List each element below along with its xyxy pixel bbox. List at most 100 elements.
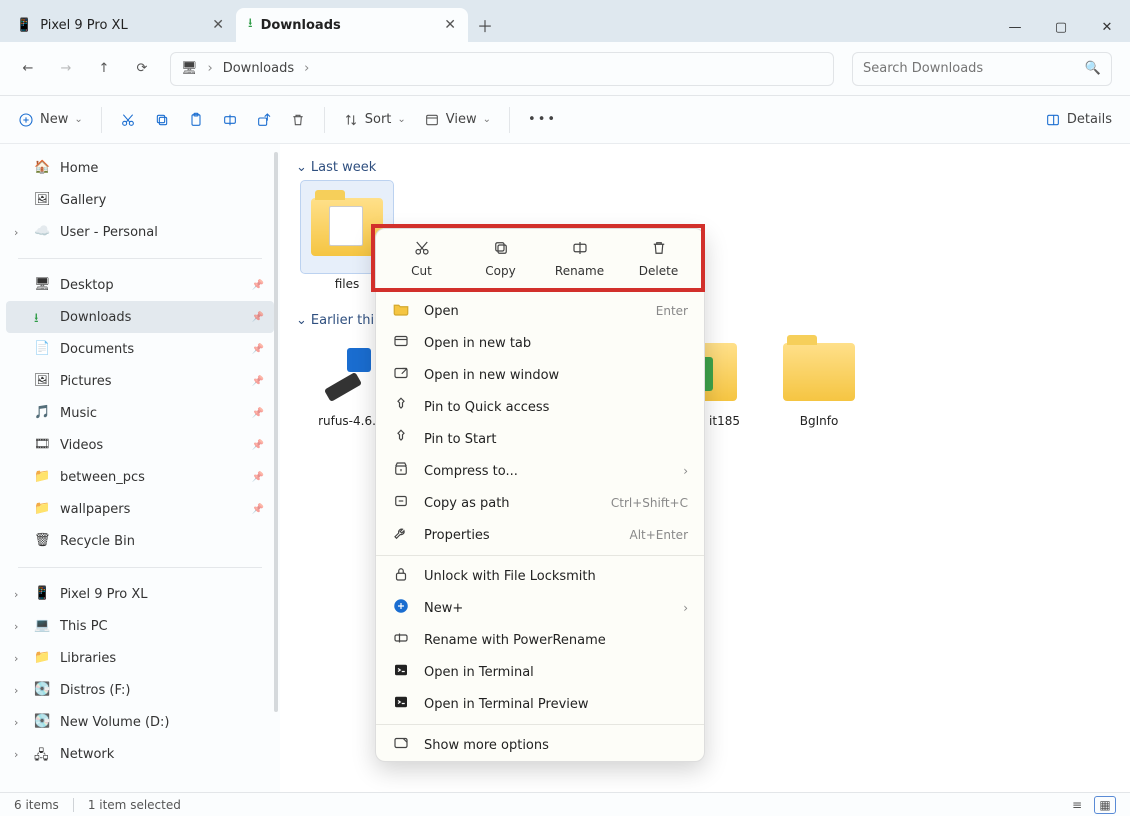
ctx-item-label: Unlock with File Locksmith: [424, 569, 596, 584]
forward-button[interactable]: →: [56, 61, 76, 76]
lock-icon: [392, 565, 410, 587]
view-button[interactable]: View ⌄: [424, 112, 491, 128]
ctx-item-copy-as-path[interactable]: Copy as pathCtrl+Shift+C: [376, 487, 704, 519]
minimize-button[interactable]: —: [992, 12, 1038, 42]
ctx-button-label: Delete: [639, 264, 678, 278]
ctx-item-open[interactable]: OpenEnter: [376, 295, 704, 327]
refresh-button[interactable]: ⟳: [132, 61, 152, 76]
address-bar: ← → ↑ ⟳ 🖥 › Downloads › 🔍: [0, 42, 1130, 96]
ctx-button-label: Copy: [485, 264, 515, 278]
nav-item-label: Downloads: [60, 310, 131, 325]
ctx-rename-button[interactable]: Rename: [545, 239, 615, 278]
search-input[interactable]: [863, 61, 1085, 76]
nav-item-home[interactable]: 🏠Home: [6, 152, 274, 184]
icons-view-button[interactable]: ▦: [1094, 796, 1116, 814]
new-tab-button[interactable]: ＋: [468, 8, 502, 42]
file-item[interactable]: BgInfo: [760, 334, 878, 428]
ctx-copy-button[interactable]: Copy: [466, 239, 536, 278]
more-icon: [392, 734, 410, 756]
ctx-item-open-in-terminal-preview[interactable]: Open in Terminal Preview: [376, 688, 704, 720]
ctx-item-open-in-new-window[interactable]: Open in new window: [376, 359, 704, 391]
nav-item-music[interactable]: 🎵Music📌: [6, 397, 274, 429]
nav-item-new-volume-d-[interactable]: ›💽New Volume (D:): [6, 706, 274, 738]
view-icon: [424, 112, 440, 128]
ctx-item-new-[interactable]: New+›: [376, 592, 704, 624]
nav-item-recycle-bin[interactable]: 🗑Recycle Bin: [6, 525, 274, 557]
nav-item-user-personal[interactable]: ›☁️User - Personal: [6, 216, 274, 248]
gallery-icon: 🖼: [34, 192, 50, 208]
tab-downloads[interactable]: ⭳ Downloads ✕: [236, 8, 468, 42]
chevron-right-icon: ›: [14, 588, 18, 601]
download-icon: ⭳: [34, 309, 50, 325]
up-button[interactable]: ↑: [94, 61, 114, 76]
wrench-icon: [392, 524, 410, 546]
ctx-delete-button[interactable]: Delete: [624, 239, 694, 278]
copy-button[interactable]: [154, 112, 170, 128]
nav-item-distros-f-[interactable]: ›💽Distros (F:): [6, 674, 274, 706]
window-icon: [392, 364, 410, 386]
nav-item-network[interactable]: ›🖧Network: [6, 738, 274, 770]
ctx-item-open-in-terminal[interactable]: Open in Terminal: [376, 656, 704, 688]
chevron-down-icon: ⌄: [483, 114, 491, 125]
nav-item-documents[interactable]: 📄Documents📌: [6, 333, 274, 365]
close-icon[interactable]: ✕: [212, 17, 224, 33]
ctx-item-open-in-new-tab[interactable]: Open in new tab: [376, 327, 704, 359]
nav-item-libraries[interactable]: ›📁Libraries: [6, 642, 274, 674]
ctx-item-pin-to-start[interactable]: Pin to Start: [376, 423, 704, 455]
chevron-down-icon: ⌄: [296, 160, 307, 175]
nav-item-label: Videos: [60, 438, 103, 453]
ctx-item-label: Open: [424, 304, 459, 319]
details-button[interactable]: Details: [1045, 112, 1112, 128]
tab-icon: [392, 332, 410, 354]
ctx-cut-button[interactable]: Cut: [387, 239, 457, 278]
rename-button[interactable]: [222, 112, 238, 128]
ctx-item-pin-to-quick-access[interactable]: Pin to Quick access: [376, 391, 704, 423]
ctx-item-label: Compress to...: [424, 464, 518, 479]
drive-icon: 💽: [34, 714, 50, 730]
ctx-item-compress-to-[interactable]: Compress to...›: [376, 455, 704, 487]
group-header[interactable]: ⌄Last week: [296, 160, 1130, 175]
share-button[interactable]: [256, 112, 272, 128]
scrollbar[interactable]: [274, 152, 278, 712]
tab-label: Pixel 9 Pro XL: [40, 18, 128, 33]
chevron-right-icon: ›: [14, 748, 18, 761]
ctx-item-label: Open in Terminal Preview: [424, 697, 589, 712]
more-button[interactable]: •••: [528, 112, 557, 127]
paste-button[interactable]: [188, 112, 204, 128]
videos-icon: 🎞: [34, 437, 50, 453]
ctx-item-label: Open in new tab: [424, 336, 531, 351]
tab-pixel[interactable]: 📱 Pixel 9 Pro XL ✕: [4, 8, 236, 42]
search-box[interactable]: 🔍: [852, 52, 1112, 86]
back-button[interactable]: ←: [18, 61, 38, 76]
new-button[interactable]: New ⌄: [18, 112, 83, 128]
nav-item-downloads[interactable]: ⭳Downloads📌: [6, 301, 274, 333]
sort-button[interactable]: Sort ⌄: [343, 112, 406, 128]
nav-item-between-pcs[interactable]: 📁between_pcs📌: [6, 461, 274, 493]
tab-label: Downloads: [261, 18, 341, 33]
nav-item-wallpapers[interactable]: 📁wallpapers📌: [6, 493, 274, 525]
cut-icon: [120, 112, 136, 128]
cut-button[interactable]: [120, 112, 136, 128]
close-window-button[interactable]: ✕: [1084, 12, 1130, 42]
rename-icon: [571, 239, 589, 260]
ctx-item-properties[interactable]: PropertiesAlt+Enter: [376, 519, 704, 551]
pin-icon: [392, 396, 410, 418]
nav-item-pixel-9-pro-xl[interactable]: ›📱Pixel 9 Pro XL: [6, 578, 274, 610]
delete-button[interactable]: [290, 112, 306, 128]
close-icon[interactable]: ✕: [444, 17, 456, 33]
ctx-item-label: Copy as path: [424, 496, 510, 511]
details-view-button[interactable]: ≡: [1066, 796, 1088, 814]
maximize-button[interactable]: ▢: [1038, 12, 1084, 42]
chevron-right-icon: ›: [14, 226, 18, 239]
nav-item-desktop[interactable]: 🖥Desktop📌: [6, 269, 274, 301]
nav-item-videos[interactable]: 🎞Videos📌: [6, 429, 274, 461]
ctx-item-show-more-options[interactable]: Show more options: [376, 729, 704, 761]
ctx-item-unlock-with-file-locksmith[interactable]: Unlock with File Locksmith: [376, 560, 704, 592]
nav-item-gallery[interactable]: 🖼 Gallery: [6, 184, 274, 216]
nav-item-label: Gallery: [60, 193, 106, 208]
breadcrumb[interactable]: 🖥 › Downloads ›: [170, 52, 834, 86]
nav-item-this-pc[interactable]: ›💻This PC: [6, 610, 274, 642]
nav-item-pictures[interactable]: 🖼Pictures📌: [6, 365, 274, 397]
ctx-item-label: New+: [424, 601, 463, 616]
ctx-item-rename-with-powerrename[interactable]: Rename with PowerRename: [376, 624, 704, 656]
